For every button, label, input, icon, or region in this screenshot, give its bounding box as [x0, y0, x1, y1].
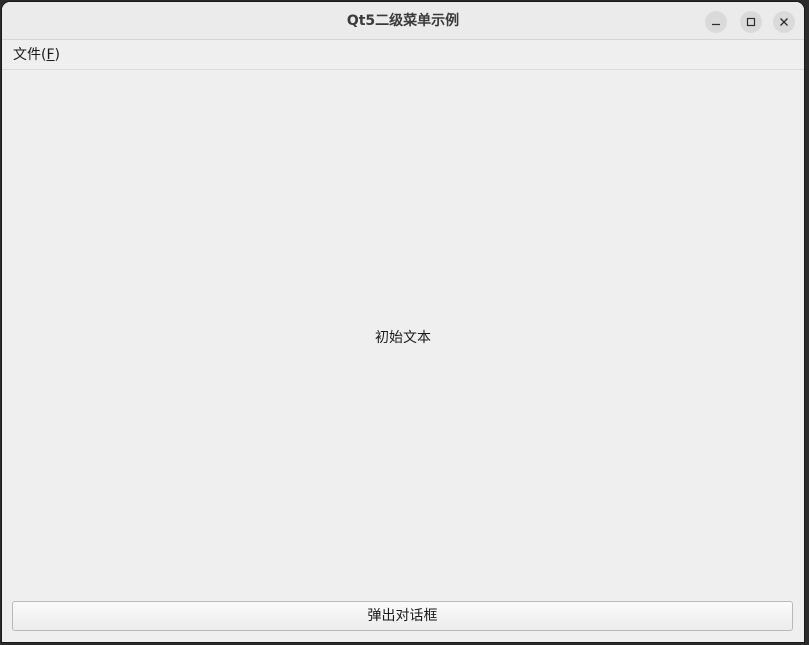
window-title: Qt5二级菜单示例	[346, 13, 460, 29]
central-widget: 初始文本	[2, 70, 804, 600]
minimize-button[interactable]	[705, 11, 727, 33]
menu-file-mnemonic: F	[46, 47, 55, 63]
show-dialog-button[interactable]: 弹出对话框	[12, 601, 793, 631]
status-label: 初始文本	[375, 330, 431, 346]
minimize-icon	[712, 23, 720, 26]
title-bar[interactable]: Qt5二级菜单示例	[2, 2, 804, 40]
menu-file-label-suffix: )	[54, 47, 60, 63]
menu-file[interactable]: 文件(F)	[6, 44, 67, 66]
close-button[interactable]	[773, 11, 795, 33]
close-icon	[780, 18, 788, 26]
maximize-button[interactable]	[740, 11, 762, 33]
app-window: Qt5二级菜单示例 文件(F) 初始文本 弹出对话框	[2, 2, 804, 642]
menu-file-label-prefix: 文件(	[13, 47, 47, 63]
maximize-icon	[746, 17, 756, 27]
menu-bar: 文件(F)	[2, 40, 804, 70]
